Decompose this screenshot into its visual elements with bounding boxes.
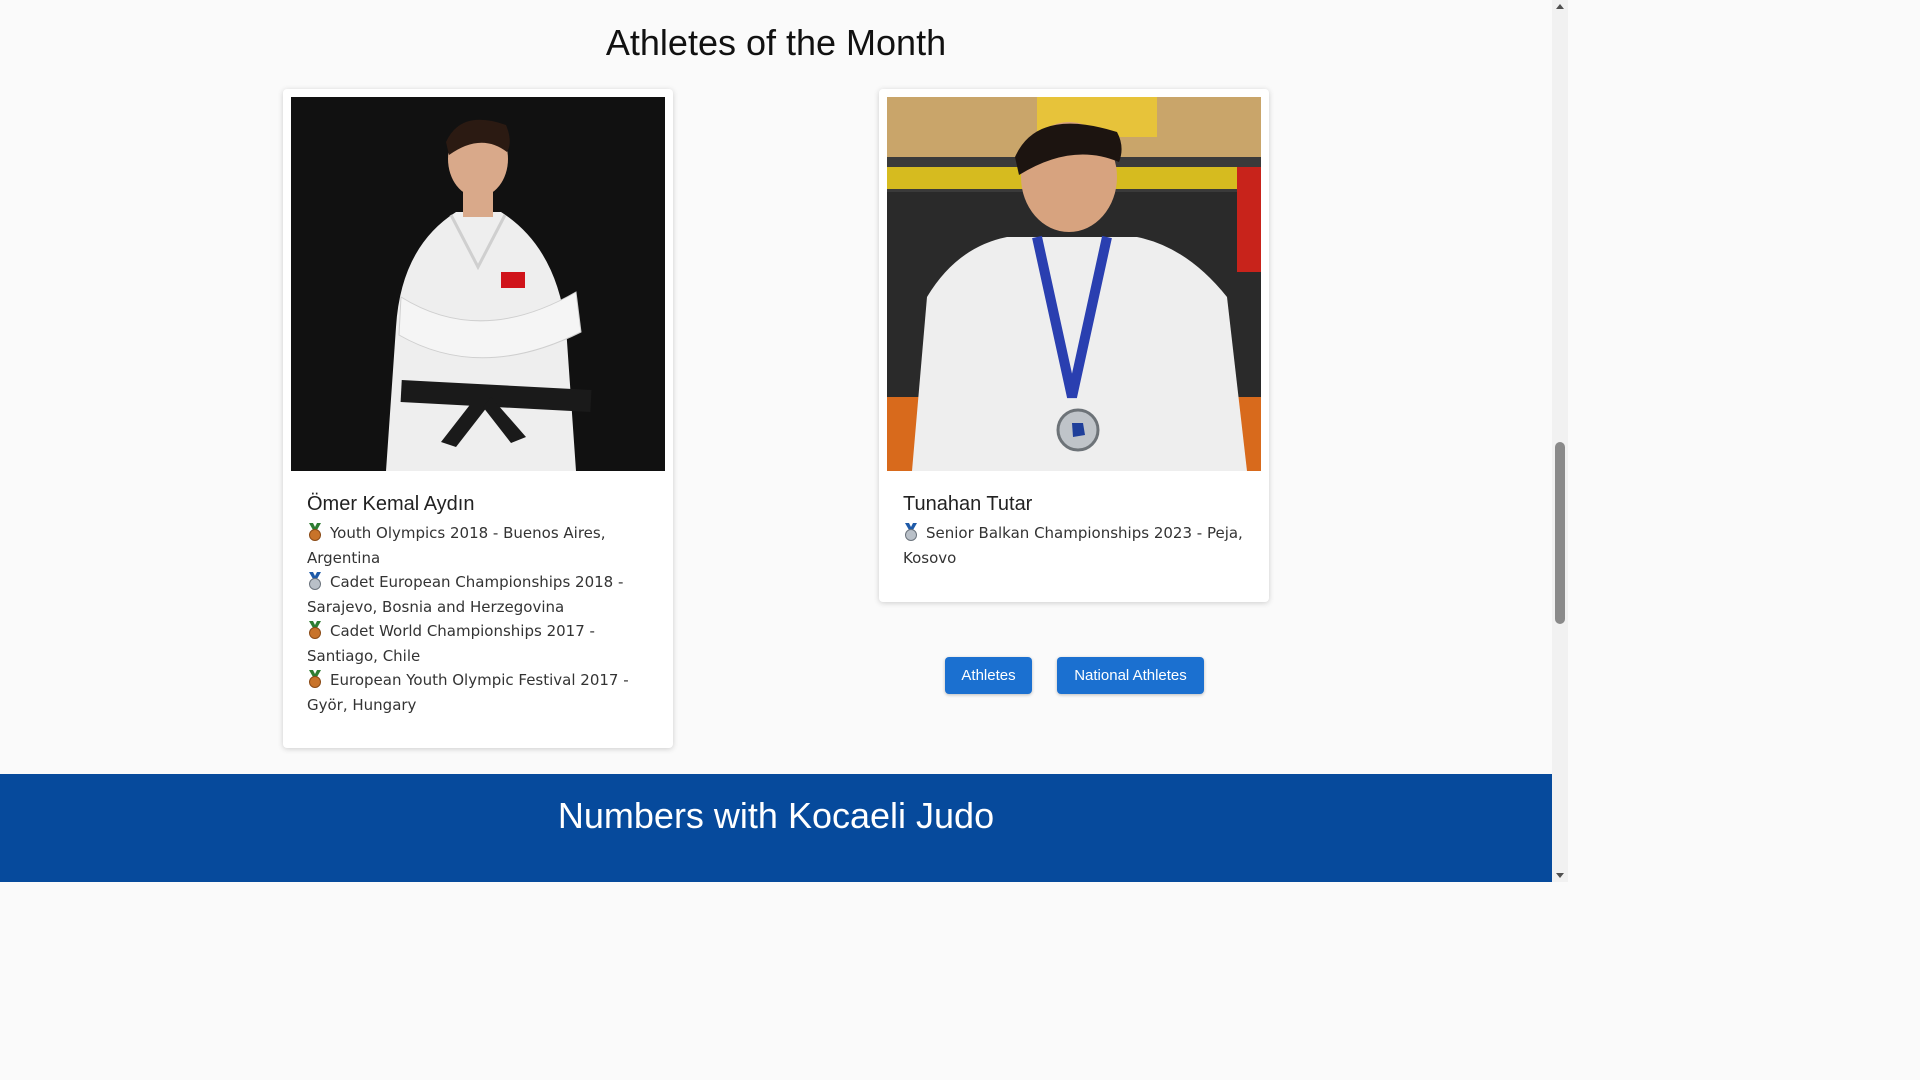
bronze-medal-icon [309,621,321,639]
achievement-text: Cadet World Championships 2017 - Santiag… [307,622,595,665]
achievement-item: Youth Olympics 2018 - Buenos Aires, Arge… [307,521,651,570]
silver-medal-icon [905,523,917,541]
athlete-photo [887,97,1261,471]
bronze-medal-icon [309,523,321,541]
athlete-name: Ömer Kemal Aydın [307,493,475,515]
numbers-title: Numbers with Kocaeli Judo [557,795,995,836]
achievement-item: Cadet World Championships 2017 - Santiag… [307,619,651,668]
vertical-scrollbar[interactable] [1552,0,1568,882]
bronze-medal-icon [309,670,321,688]
achievement-item: Cadet European Championships 2018 - Sara… [307,570,651,619]
athlete-photo-image [887,97,1261,471]
achievement-text: Cadet European Championships 2018 - Sara… [307,573,624,616]
athlete-card: Tunahan Tutar Senior Balkan Championship… [879,89,1269,602]
scrollbar-thumb[interactable] [1555,442,1565,624]
athlete-card: Ömer Kemal Aydın Youth Olympics 2018 - B… [283,89,673,748]
scroll-down-arrow-icon[interactable] [1556,873,1564,878]
athlete-photo [291,97,665,471]
athletes-button[interactable]: Athletes [945,657,1032,694]
achievement-text: Youth Olympics 2018 - Buenos Aires, Arge… [307,524,606,567]
national-athletes-button[interactable]: National Athletes [1057,657,1204,694]
achievement-item: European Youth Olympic Festival 2017 - G… [307,668,651,717]
athlete-photo-image [291,97,665,471]
numbers-section: Numbers with Kocaeli Judo [0,774,1552,882]
silver-medal-icon [309,572,321,590]
athlete-name: Tunahan Tutar [903,493,1033,515]
achievement-text: European Youth Olympic Festival 2017 - G… [307,671,629,714]
section-title: Athletes of the Month [605,22,947,63]
scroll-up-arrow-icon[interactable] [1556,4,1564,9]
achievement-text: Senior Balkan Championships 2023 - Peja,… [903,524,1243,567]
achievement-item: Senior Balkan Championships 2023 - Peja,… [903,521,1247,570]
